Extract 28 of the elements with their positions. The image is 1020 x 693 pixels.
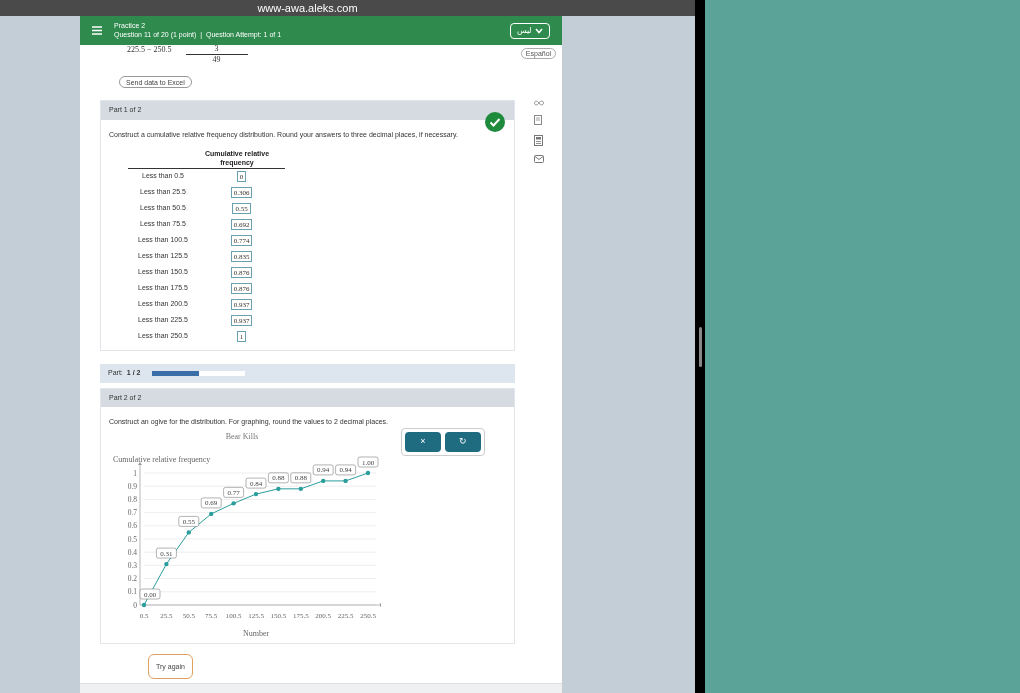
frequency-numerator: 3: [214, 44, 219, 54]
mail-icon[interactable]: [533, 155, 544, 163]
y-axis-label: Cumulative relative frequency: [113, 455, 211, 464]
drag-handle[interactable]: [698, 326, 702, 367]
document-icon[interactable]: [534, 115, 543, 126]
data-point[interactable]: [186, 530, 191, 535]
chevron-icon: [535, 27, 543, 34]
data-point[interactable]: [231, 501, 236, 506]
language-dropdown[interactable]: ليس: [510, 22, 550, 39]
frequency-denominator: 49: [212, 55, 221, 65]
data-point[interactable]: [321, 478, 326, 484]
infinity-icon[interactable]: [533, 100, 544, 106]
data-point[interactable]: [253, 491, 259, 497]
tool-button[interactable]: ↻: [445, 432, 481, 452]
class-range: 225.5 − 250.5: [127, 44, 172, 56]
data-point[interactable]: [141, 602, 147, 608]
x-axis-label: Number: [242, 629, 270, 638]
url-text[interactable]: www-awa.aleks.com: [257, 2, 358, 14]
data-point[interactable]: [343, 478, 348, 484]
menu-icon[interactable]: [92, 26, 102, 35]
data-point[interactable]: [365, 470, 371, 476]
data-point[interactable]: [209, 511, 214, 517]
data-point[interactable]: [164, 561, 169, 567]
data-point[interactable]: [276, 486, 281, 492]
calculator-icon[interactable]: [534, 135, 543, 146]
tool-button[interactable]: ×: [405, 432, 441, 452]
data-point[interactable]: [298, 486, 303, 492]
chart-title: Bear Kills: [225, 431, 259, 443]
